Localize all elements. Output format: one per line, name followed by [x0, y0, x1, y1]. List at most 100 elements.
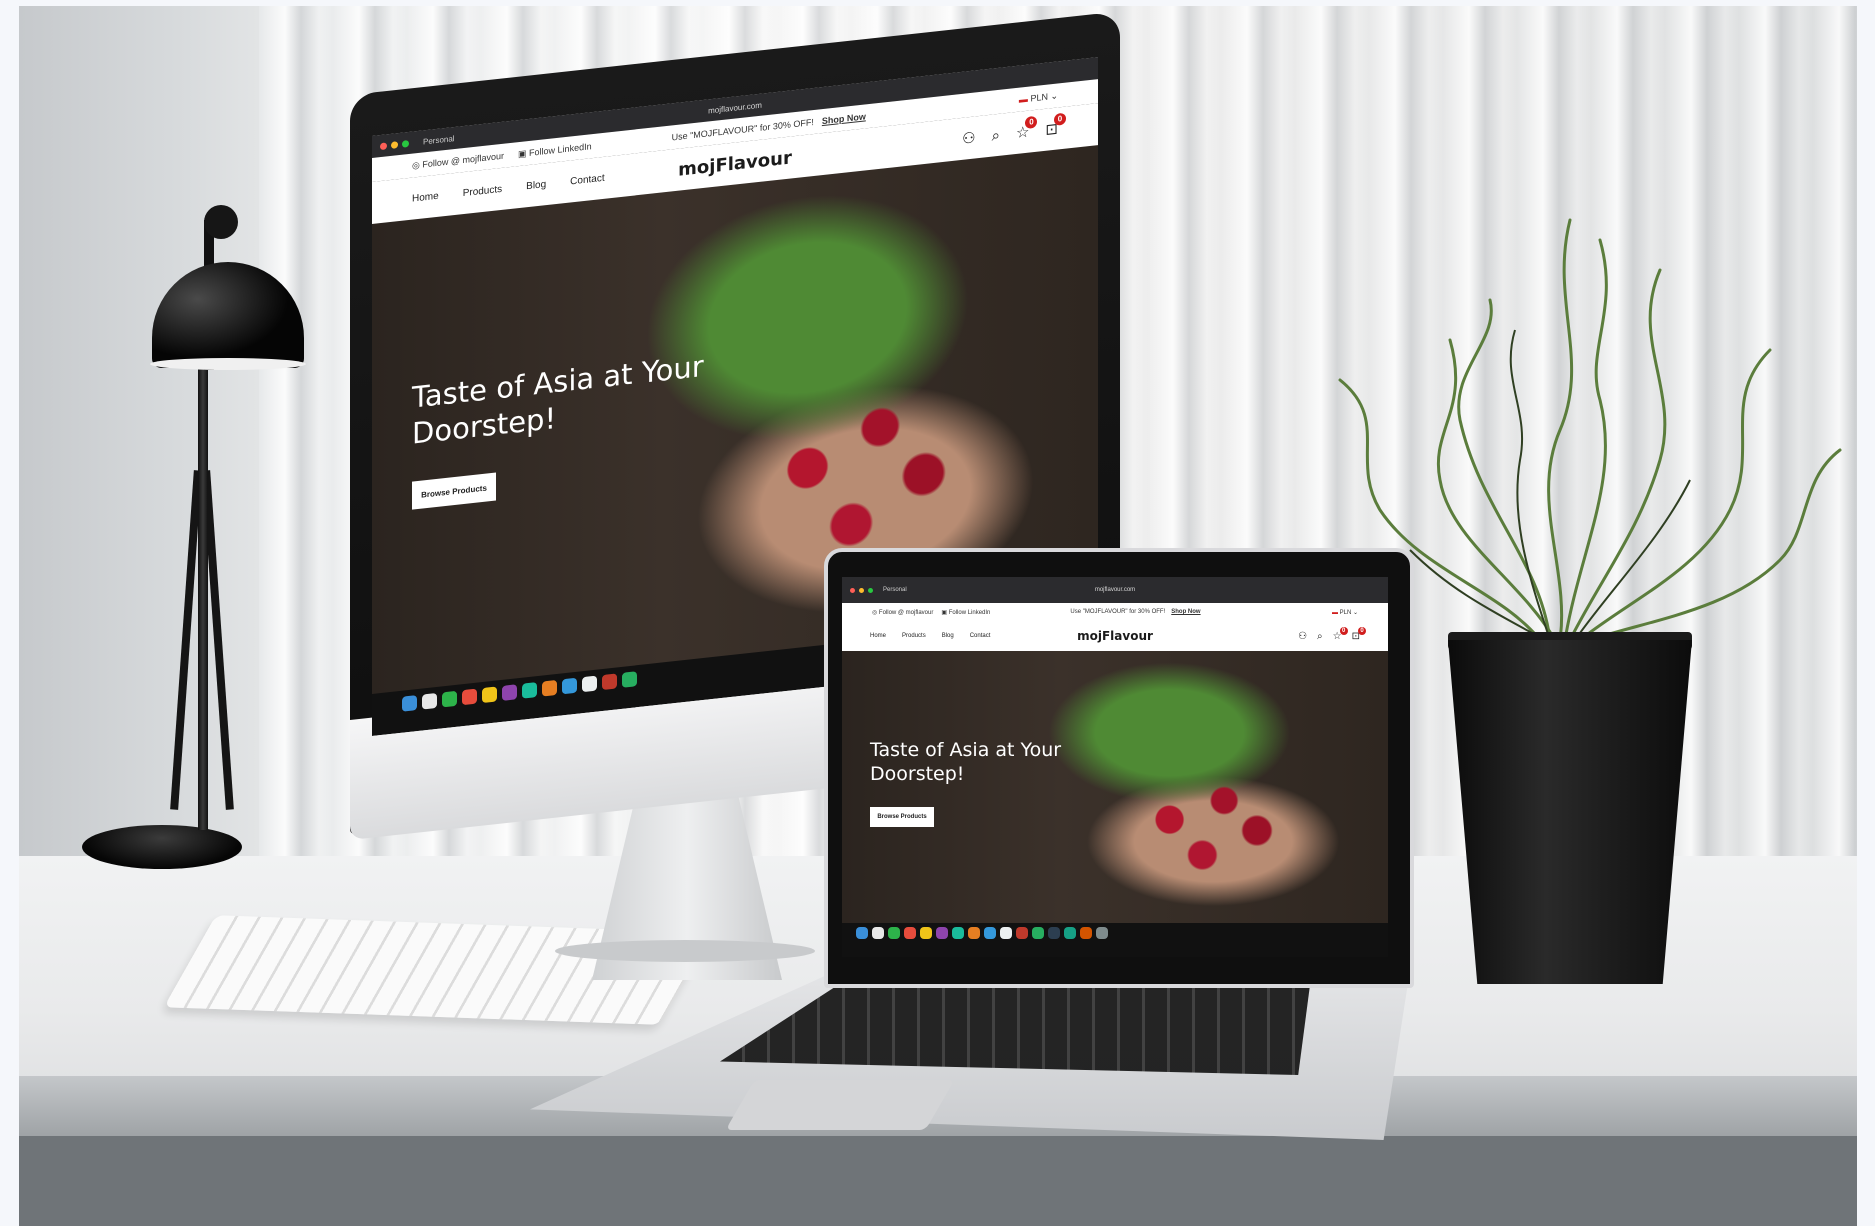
search-icon[interactable]: ⌕	[992, 126, 1000, 144]
cart-count-badge: 0	[1358, 626, 1366, 635]
app-icon[interactable]	[1064, 927, 1076, 939]
notes-icon[interactable]	[482, 686, 497, 704]
nav-home[interactable]: Home	[870, 633, 886, 639]
currency-selector[interactable]: ▬ PLN ⌄	[1019, 90, 1058, 105]
address-bar[interactable]: mojflavour.com	[708, 100, 762, 115]
shop-now-link[interactable]: Shop Now	[1171, 609, 1200, 615]
shop-now-link[interactable]: Shop Now	[822, 111, 866, 126]
messages-icon[interactable]	[888, 927, 900, 939]
wishlist-count-badge: 0	[1025, 115, 1038, 130]
finder-icon[interactable]	[402, 695, 417, 712]
browse-products-button[interactable]: Browse Products	[870, 807, 934, 827]
instagram-icon: ◎	[872, 609, 879, 616]
chevron-down-icon: ⌄	[1047, 89, 1058, 102]
currency-label: PLN	[1339, 609, 1352, 616]
safari-icon[interactable]	[562, 677, 577, 695]
plant-pot	[1448, 640, 1692, 984]
settings-icon[interactable]	[582, 675, 597, 693]
linkedin-icon: ▣	[518, 147, 530, 159]
hero-title: Taste of Asia at Your Doorstep!	[870, 739, 1061, 787]
wishlist-count-badge: 0	[1339, 626, 1348, 635]
instagram-label: Follow @ mojflavour	[878, 609, 934, 616]
minimize-window-button[interactable]	[391, 140, 398, 149]
window-controls[interactable]	[380, 139, 409, 150]
close-window-button[interactable]	[850, 587, 855, 593]
header-icons: ⚇ ⌕ ☆ 0 ⊡ 0	[962, 112, 1066, 148]
window-controls[interactable]	[850, 587, 873, 593]
lamp-pole	[198, 360, 208, 830]
browse-products-button[interactable]: Browse Products	[412, 472, 496, 510]
maps-icon[interactable]	[952, 927, 964, 939]
flag-icon: ▬	[1331, 609, 1340, 616]
macos-dock	[856, 927, 1108, 939]
instagram-link[interactable]: ◎ Follow @ mojflavour	[872, 609, 933, 616]
calendar-icon[interactable]	[904, 927, 916, 939]
cart-icon[interactable]: ⊡ 0	[1352, 626, 1366, 642]
nav-products[interactable]: Products	[902, 633, 926, 639]
nav-contact[interactable]: Contact	[970, 633, 991, 639]
announcement-bar: ◎ Follow @ mojflavour ▣ Follow LinkedIn …	[842, 603, 1388, 621]
nav-blog[interactable]: Blog	[942, 633, 954, 639]
wishlist-icon[interactable]: ☆ 0	[1333, 626, 1348, 642]
music-icon[interactable]	[936, 927, 948, 939]
hero-title-line-2: Doorstep!	[870, 762, 965, 785]
flag-icon: ▬	[1018, 92, 1031, 105]
lamp-rim	[150, 358, 306, 370]
app-icon[interactable]	[602, 673, 617, 691]
hero-title: Taste of Asia at Your Doorstep!	[412, 348, 704, 452]
app-icon[interactable]	[1048, 927, 1060, 939]
nav-contact[interactable]: Contact	[570, 172, 604, 187]
macbook-screen: Personal mojflavour.com ◎ Follow @ mojfl…	[842, 577, 1388, 957]
currency-selector[interactable]: ▬ PLN ⌄	[1332, 609, 1358, 616]
cart-icon[interactable]: ⊡ 0	[1045, 112, 1066, 139]
hero-banner: Taste of Asia at Your Doorstep! Browse P…	[842, 651, 1388, 923]
desk-drawer	[19, 1136, 1857, 1226]
linkedin-label: Follow LinkedIn	[948, 609, 991, 616]
trash-icon[interactable]	[1096, 927, 1108, 939]
calendar-icon[interactable]	[462, 688, 477, 706]
linkedin-link[interactable]: ▣ Follow LinkedIn	[518, 141, 592, 160]
lamp-joint	[204, 205, 238, 239]
chevron-down-icon: ⌄	[1351, 609, 1358, 616]
app-icon[interactable]	[1016, 927, 1028, 939]
photos-icon[interactable]	[968, 927, 980, 939]
user-icon[interactable]: ⚇	[1298, 631, 1307, 642]
maps-icon[interactable]	[522, 682, 537, 699]
launchpad-icon[interactable]	[422, 692, 437, 710]
wishlist-icon[interactable]: ☆ 0	[1016, 115, 1038, 142]
browser-tab-label[interactable]: Personal	[423, 134, 455, 146]
nav-products[interactable]: Products	[463, 183, 502, 198]
finder-icon[interactable]	[856, 927, 868, 939]
app-icon[interactable]	[622, 671, 637, 688]
launchpad-icon[interactable]	[872, 927, 884, 939]
safari-icon[interactable]	[984, 927, 996, 939]
app-icon[interactable]	[1032, 927, 1044, 939]
site-logo[interactable]: mojFlavour	[1077, 629, 1153, 643]
music-icon[interactable]	[502, 684, 517, 701]
cart-count-badge: 0	[1054, 112, 1066, 126]
site-logo[interactable]: mojFlavour	[678, 147, 792, 180]
imac-foot	[555, 940, 815, 962]
browser-tab-label[interactable]: Personal	[883, 587, 907, 593]
instagram-icon: ◎	[412, 159, 423, 171]
instagram-label: Follow @ mojflavour	[422, 150, 505, 170]
search-icon[interactable]: ⌕	[1317, 631, 1323, 642]
linkedin-icon: ▣	[941, 609, 949, 616]
settings-icon[interactable]	[1000, 927, 1012, 939]
photos-icon[interactable]	[542, 679, 557, 697]
website: Personal mojflavour.com ◎ Follow @ mojfl…	[842, 577, 1388, 957]
linkedin-link[interactable]: ▣ Follow LinkedIn	[941, 609, 990, 616]
zoom-window-button[interactable]	[402, 139, 409, 148]
zoom-window-button[interactable]	[868, 587, 873, 593]
minimize-window-button[interactable]	[859, 587, 864, 593]
nav-home[interactable]: Home	[412, 190, 439, 204]
app-icon[interactable]	[1080, 927, 1092, 939]
instagram-link[interactable]: ◎ Follow @ mojflavour	[412, 150, 504, 171]
notes-icon[interactable]	[920, 927, 932, 939]
nav-blog[interactable]: Blog	[526, 179, 546, 192]
close-window-button[interactable]	[380, 141, 387, 150]
messages-icon[interactable]	[442, 690, 457, 708]
nav-menu: Home Products Blog Contact	[412, 172, 605, 204]
address-bar[interactable]: mojflavour.com	[1095, 587, 1135, 593]
user-icon[interactable]: ⚇	[962, 128, 975, 147]
